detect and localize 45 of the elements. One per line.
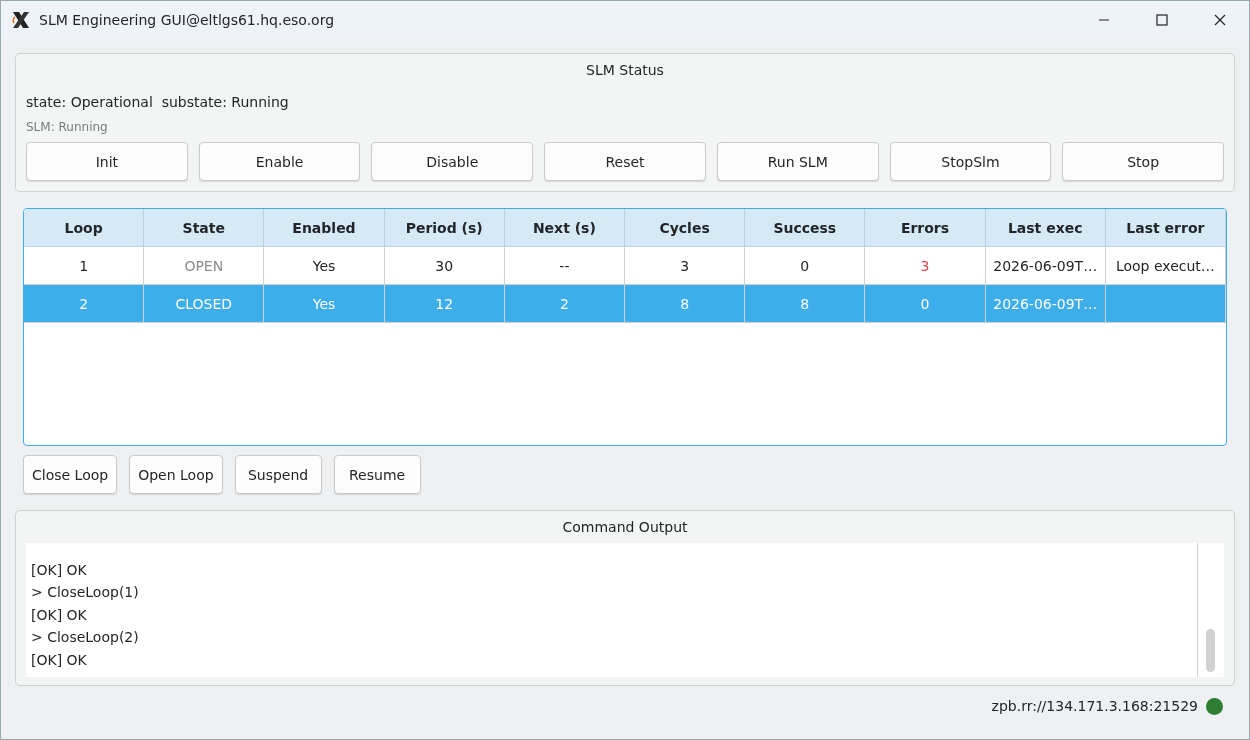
loop-button[interactable]: Close Loop (23, 455, 118, 494)
command-button[interactable]: Reset (544, 142, 706, 181)
log-line: > CloseLoop(2) (31, 628, 140, 647)
column-header[interactable]: Loop (24, 209, 145, 247)
log-line: [OK] OK (31, 560, 88, 580)
loop-button[interactable]: Open Loop (129, 455, 223, 494)
column-header[interactable]: Period (s) (384, 209, 505, 247)
column-header[interactable]: Errors (865, 209, 986, 247)
command-button[interactable]: StopSlm (889, 142, 1052, 181)
command-button[interactable]: Stop (1062, 142, 1224, 181)
column-header[interactable]: Last error (1105, 209, 1226, 247)
column-header[interactable]: State (144, 209, 265, 247)
close-icon (1214, 14, 1226, 26)
column-header[interactable]: Success (745, 209, 866, 247)
table-cell: 2026-06-09T… (985, 285, 1106, 323)
column-header[interactable]: Next (s) (504, 209, 625, 247)
table-cell: 2 (24, 285, 145, 323)
app-logo-icon (11, 10, 31, 30)
table-cell: 8 (625, 285, 746, 323)
table-cell: 0 (865, 285, 986, 323)
slm-state-text: SLM: Running (26, 120, 109, 134)
column-header[interactable]: Last exec (985, 209, 1106, 247)
command-button[interactable]: Enable (198, 142, 361, 181)
scrollbar-thumb[interactable] (1206, 629, 1215, 672)
state-text: state: Operational substate: Running (26, 94, 290, 110)
log-line: [OK] OK (31, 650, 88, 670)
window-title: SLM Engineering GUI@eltlgs61.hq.eso.org (39, 12, 335, 28)
log-line: [OK] OK (31, 605, 88, 625)
panel-title: Command Output (561, 518, 689, 537)
table-cell: 8 (745, 285, 866, 323)
column-header[interactable]: Cycles (625, 209, 746, 247)
column-header[interactable]: Enabled (264, 209, 385, 247)
command-button[interactable]: Run SLM (716, 142, 879, 181)
server-address: zpb.rr://134.171.3.168:21529 (991, 698, 1198, 714)
panel-title: SLM Status (585, 61, 665, 80)
maximize-icon (1156, 14, 1168, 26)
table-cell: 12 (384, 285, 505, 323)
table-cell: Yes (264, 285, 385, 323)
loop-button[interactable]: Resume (333, 455, 421, 494)
command-button[interactable]: Disable (371, 142, 534, 181)
table-cell: CLOSED (144, 285, 265, 323)
table-cell: 2 (504, 285, 625, 323)
command-button[interactable]: Init (26, 142, 188, 181)
loop-button[interactable]: Suspend (234, 455, 322, 494)
log-line: > CloseLoop(1) (31, 583, 140, 602)
